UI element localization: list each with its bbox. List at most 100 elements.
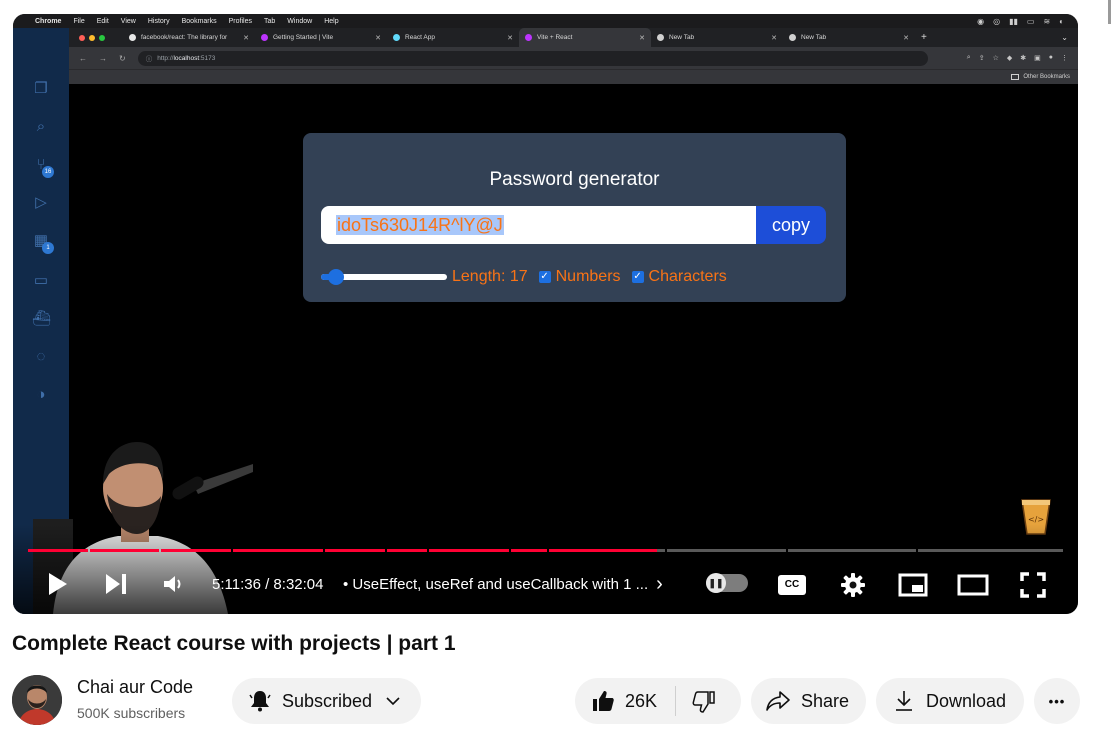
menu-profiles: Profiles bbox=[228, 17, 252, 25]
more-horizontal-icon: ••• bbox=[1048, 693, 1066, 709]
status-icon: ▮▮ bbox=[1009, 16, 1018, 26]
minimize-light-icon bbox=[89, 34, 95, 41]
miniplayer-icon[interactable] bbox=[898, 573, 928, 597]
browser-tab: New Tab ✕ bbox=[783, 28, 915, 47]
tab-title: facebook/react: The library for bbox=[141, 34, 228, 41]
chevron-down-icon bbox=[386, 697, 400, 706]
avatar-image bbox=[12, 675, 62, 725]
zoom-light-icon bbox=[99, 34, 105, 41]
new-tab-icon: + bbox=[921, 32, 927, 43]
other-bookmarks: Other Bookmarks bbox=[1023, 74, 1070, 80]
chrome-icon bbox=[789, 34, 796, 41]
tab-title: Getting Started | Vite bbox=[273, 34, 334, 41]
url-text: http://localhost:5173 bbox=[157, 55, 215, 62]
pause-icon: ❚❚ bbox=[706, 573, 726, 593]
vite-icon bbox=[525, 34, 532, 41]
settings-gear-icon[interactable] bbox=[840, 572, 866, 598]
profile-icon: ● bbox=[1048, 54, 1053, 61]
like-button[interactable]: 26K bbox=[575, 689, 657, 713]
browser-tab: Getting Started | Vite ✕ bbox=[255, 28, 387, 47]
chrome-window: facebook/react: The library for ✕ Gettin… bbox=[69, 28, 1078, 108]
download-label: Download bbox=[926, 690, 1007, 711]
browser-tab-active: Vite + React ✕ bbox=[519, 28, 651, 47]
gitlens-icon: ◌ bbox=[36, 348, 46, 365]
numbers-checkbox: ✓ bbox=[538, 271, 551, 283]
zoom-icon: ⌕ bbox=[966, 54, 971, 61]
status-icon: ◉ bbox=[977, 16, 985, 26]
page-scrollbar[interactable] bbox=[1108, 0, 1111, 24]
tab-title: React App bbox=[405, 34, 435, 41]
url-prefix: http:// bbox=[157, 54, 174, 62]
share-label: Share bbox=[801, 690, 850, 711]
remote-explorer-icon: ▭ bbox=[33, 272, 49, 289]
tab-close-icon: ✕ bbox=[771, 34, 777, 42]
extension-icon: ◆ bbox=[1006, 55, 1013, 62]
progress-remaining-segment bbox=[657, 549, 665, 552]
forward-icon: → bbox=[99, 53, 107, 63]
browser-tab: React App ✕ bbox=[387, 28, 519, 47]
close-light-icon bbox=[79, 34, 85, 41]
theater-mode-icon[interactable] bbox=[957, 574, 989, 596]
share-button[interactable]: Share bbox=[751, 678, 866, 724]
menu-view: View bbox=[120, 17, 136, 25]
length-slider bbox=[321, 269, 447, 285]
play-icon[interactable] bbox=[45, 572, 69, 596]
live-share-icon: ◑ bbox=[36, 386, 46, 403]
subscribed-label: Subscribed bbox=[282, 690, 373, 711]
menu-edit: Edit bbox=[96, 17, 109, 25]
info-icon: ⓘ bbox=[145, 56, 153, 63]
app-title: Password generator bbox=[489, 169, 660, 190]
page: Chrome File Edit View History Bookmarks … bbox=[0, 0, 1114, 738]
autoplay-toggle[interactable]: ❚❚ bbox=[706, 573, 748, 593]
password-value: idoTs630J14R^lY@J bbox=[336, 215, 504, 235]
captions-button[interactable]: CC bbox=[778, 575, 806, 595]
tab-title: New Tab bbox=[669, 34, 695, 41]
password-generator-card: Password generator idoTs630J14R^lY@J cop… bbox=[303, 133, 846, 302]
progress-played-segment bbox=[233, 549, 323, 552]
tab-close-icon: ✕ bbox=[375, 34, 381, 42]
dislike-button[interactable] bbox=[692, 689, 716, 713]
thumbs-up-icon bbox=[593, 691, 614, 711]
battery-icon: ▭ bbox=[1026, 16, 1035, 26]
slider-knob bbox=[327, 269, 344, 285]
chrome-icon bbox=[657, 34, 664, 41]
bookmark-star-icon: ☆ bbox=[992, 55, 999, 62]
password-field: idoTs630J14R^lY@J bbox=[321, 206, 756, 244]
chapter-title[interactable]: • UseEffect, useRef and useCallback with… bbox=[343, 569, 663, 599]
bell-icon bbox=[249, 691, 271, 712]
react-icon bbox=[393, 34, 400, 41]
progress-bar[interactable] bbox=[28, 549, 1063, 552]
more-actions-button[interactable]: ••• bbox=[1034, 678, 1080, 724]
run-debug-icon: ▷ bbox=[35, 194, 47, 211]
time-display: 5:11:36 / 8:32:04 bbox=[212, 575, 324, 593]
menu-window: Window bbox=[287, 17, 313, 25]
status-icons: ◉ ◎ ▮▮ ▭ ≋ ◐ bbox=[977, 17, 1064, 26]
status-icon: ◎ bbox=[993, 16, 1001, 26]
share-page-icon: ⇪ bbox=[978, 55, 985, 62]
numbers-label: Numbers bbox=[555, 268, 621, 285]
download-button[interactable]: Download bbox=[876, 678, 1024, 724]
progress-remaining-segment bbox=[667, 549, 786, 552]
video-player[interactable]: Chrome File Edit View History Bookmarks … bbox=[13, 14, 1078, 614]
options-row: Length: 17 ✓ Numbers ✓ Characters bbox=[321, 266, 727, 288]
channel-avatar[interactable] bbox=[12, 675, 62, 725]
menu-tab: Tab bbox=[263, 17, 276, 25]
video-title: Complete React course with projects | pa… bbox=[12, 632, 456, 655]
next-icon[interactable] bbox=[104, 573, 128, 595]
omnibox: ⓘ http://localhost:5173 bbox=[137, 50, 928, 66]
fullscreen-icon[interactable] bbox=[1020, 572, 1046, 598]
browser-toolbar-icons: ⌕ ⇪ ☆ ◆ ✱ ▣ ● ⋮ bbox=[967, 54, 1068, 62]
mac-menu-bar: Chrome File Edit View History Bookmarks … bbox=[13, 14, 1078, 28]
chapter-chevron-icon[interactable]: › bbox=[656, 573, 663, 596]
explorer-icon: ❐ bbox=[34, 80, 48, 97]
volume-icon[interactable] bbox=[162, 573, 184, 595]
channel-name[interactable]: Chai aur Code bbox=[77, 677, 193, 698]
length-label: Length: 17 bbox=[452, 268, 528, 285]
chapter-label[interactable]: • UseEffect, useRef and useCallback with… bbox=[343, 576, 648, 593]
subscriber-count: 500K subscribers bbox=[77, 705, 186, 721]
subscribed-button[interactable]: Subscribed bbox=[232, 678, 421, 724]
progress-played-segment bbox=[387, 549, 427, 552]
browser-tab: New Tab ✕ bbox=[651, 28, 783, 47]
copy-button: copy bbox=[756, 206, 826, 244]
control-center-icon: ◐ bbox=[1059, 16, 1064, 26]
